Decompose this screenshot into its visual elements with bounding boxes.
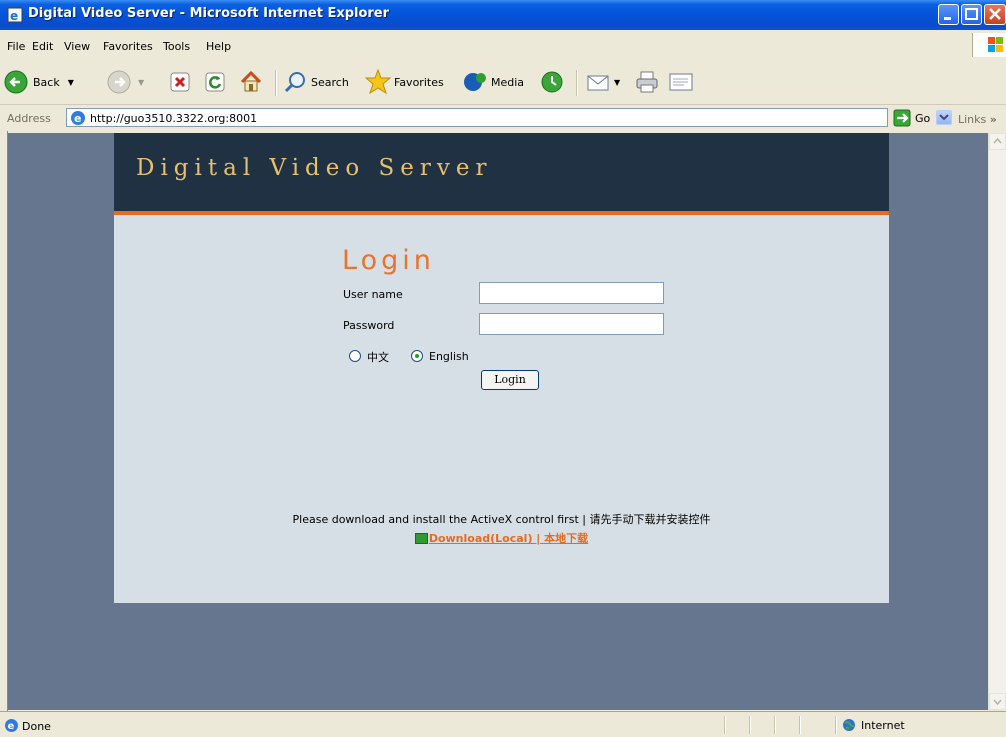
chevron-down-icon[interactable]: ▼ [68, 78, 74, 87]
media-button[interactable]: Media [462, 68, 524, 96]
refresh-icon [205, 72, 225, 92]
vertical-scrollbar[interactable] [988, 133, 1006, 710]
favorites-label: Favorites [394, 75, 444, 89]
address-label: Address [7, 112, 51, 125]
links-label: Links [958, 113, 987, 126]
stop-button[interactable] [169, 68, 191, 96]
forward-button[interactable]: ▼ [106, 68, 144, 96]
chevron-up-icon [993, 137, 1002, 144]
username-input[interactable] [479, 282, 664, 304]
menu-help[interactable]: Help [206, 40, 231, 53]
scroll-up-button[interactable] [989, 133, 1006, 150]
page-header-title: Digital Video Server [136, 155, 493, 181]
status-text: Done [22, 720, 51, 733]
login-title: Login [342, 245, 435, 276]
search-icon [284, 72, 305, 93]
activex-notice: Please download and install the ActiveX … [292, 513, 711, 526]
download-link[interactable]: Download(Local) | 本地下载 [429, 532, 588, 545]
windows-flag-icon [972, 33, 1006, 57]
windows-logo-icon [988, 37, 1003, 52]
toolbar: Back ▼ ▼ Search Favorites Media ▼ [0, 58, 1006, 105]
address-dropdown-button[interactable] [936, 110, 952, 125]
svg-text:e: e [8, 721, 15, 732]
minimize-button[interactable] [938, 4, 959, 25]
home-button[interactable] [239, 68, 263, 96]
password-label: Password [343, 319, 395, 332]
links-button[interactable]: Links » [958, 113, 997, 126]
language-radio-english[interactable] [411, 350, 423, 362]
back-button[interactable]: Back ▼ [3, 68, 74, 96]
mail-icon [587, 75, 609, 91]
forward-arrow-icon [107, 70, 131, 94]
chevron-down-icon[interactable]: ▼ [614, 78, 620, 87]
home-icon [240, 70, 262, 92]
password-input[interactable] [479, 313, 664, 335]
go-button[interactable]: Go [893, 109, 930, 127]
favorites-star-icon [365, 69, 391, 95]
title-bar: e Digital Video Server - Microsoft Inter… [0, 0, 1006, 30]
scroll-down-button[interactable] [989, 693, 1006, 710]
print-button[interactable] [634, 68, 660, 96]
window-frame-left [0, 131, 8, 711]
back-arrow-icon [4, 70, 28, 94]
page-ie-icon: e [71, 111, 85, 125]
print-icon [636, 71, 658, 93]
status-bar: e Done Internet [0, 711, 1006, 737]
address-url: http://guo3510.3322.org:8001 [90, 112, 258, 125]
mail-button[interactable]: ▼ [586, 68, 620, 96]
language-label-english: English [429, 350, 469, 363]
search-label: Search [311, 75, 349, 89]
go-arrow-icon [893, 109, 911, 127]
ie-logo-icon: e [7, 7, 23, 23]
media-icon [464, 73, 486, 91]
menu-edit[interactable]: Edit [32, 40, 53, 53]
page-done-icon: e [5, 719, 18, 732]
page-viewport: Digital Video Server Login User name Pas… [8, 133, 988, 710]
download-row: Download(Local) | 本地下载 [114, 530, 889, 546]
menu-view[interactable]: View [64, 40, 90, 53]
window-title: Digital Video Server - Microsoft Interne… [28, 6, 390, 21]
media-label: Media [491, 75, 525, 89]
menu-favorites[interactable]: Favorites [103, 40, 153, 53]
language-label-chinese: 中文 [367, 351, 389, 364]
zone-label: Internet [861, 718, 905, 732]
history-icon [541, 71, 563, 93]
favorites-button[interactable]: Favorites [365, 68, 444, 96]
maximize-button[interactable] [961, 4, 982, 25]
login-panel: Login User name Password 中文 English Logi… [114, 215, 889, 603]
login-button[interactable]: Login [481, 370, 539, 390]
address-input[interactable]: e http://guo3510.3322.org:8001 [66, 108, 952, 127]
search-button[interactable]: Search [284, 68, 349, 96]
page-header: Digital Video Server [114, 133, 889, 211]
address-bar: Address e http://guo3510.3322.org:8001 G… [0, 105, 1006, 131]
stop-icon [170, 72, 190, 92]
minimize-icon [944, 17, 951, 20]
svg-text:e: e [74, 112, 81, 125]
close-icon [989, 8, 1001, 20]
edit-page-icon [669, 73, 693, 91]
back-label: Back [33, 75, 60, 89]
edit-button[interactable] [668, 68, 694, 96]
menu-bar: File Edit View Favorites Tools Help [0, 30, 1006, 59]
language-radio-chinese[interactable] [349, 350, 361, 362]
go-label: Go [915, 111, 931, 125]
close-button[interactable] [984, 4, 1006, 25]
chevron-down-icon [939, 114, 949, 121]
download-icon [414, 533, 428, 544]
refresh-button[interactable] [204, 68, 226, 96]
history-button[interactable] [540, 68, 564, 96]
maximize-icon [965, 8, 978, 20]
security-zone: Internet [842, 718, 905, 732]
chevron-down-icon [993, 699, 1002, 706]
username-label: User name [343, 288, 403, 301]
menu-tools[interactable]: Tools [163, 40, 190, 53]
menu-file[interactable]: File [7, 40, 25, 53]
chevron-down-icon[interactable]: ▼ [138, 78, 144, 87]
svg-text:e: e [10, 9, 18, 23]
globe-icon [843, 719, 855, 731]
